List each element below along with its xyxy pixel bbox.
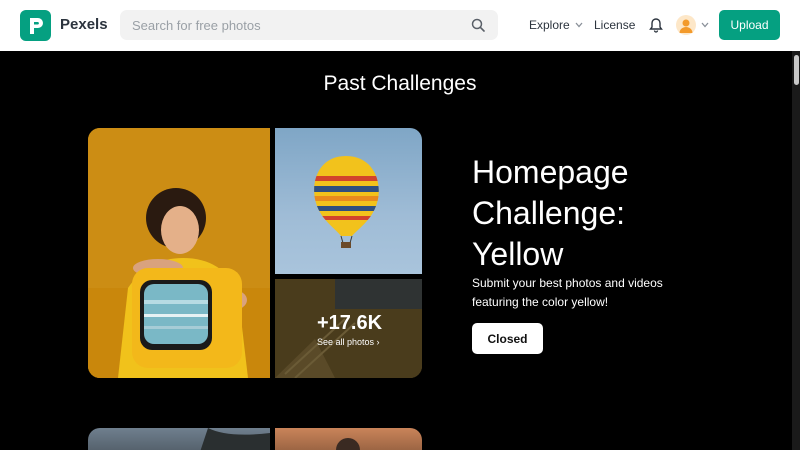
logo-p-icon [29,17,43,34]
bell-icon[interactable] [649,17,663,33]
chevron-down-icon [701,22,709,28]
explore-menu[interactable]: Explore [529,18,583,32]
search-input[interactable] [132,17,470,33]
challenge-description: Submit your best photos and videos featu… [472,276,663,309]
chevron-down-icon [575,22,583,28]
license-link[interactable]: License [594,18,635,32]
photo-see-all-tile[interactable]: +17.6K See all photos › [275,279,422,378]
page-title: Past Challenges [323,72,477,95]
see-all-photos-link[interactable]: See all photos › [317,337,380,347]
pexels-logo[interactable] [20,10,51,41]
scrollbar-track[interactable] [792,51,800,450]
next-challenge-photo-right[interactable] [275,428,422,450]
search-bar[interactable] [120,10,498,40]
search-icon[interactable] [470,17,486,33]
photo-count: +17.6K [317,312,383,334]
next-challenge-photo-left[interactable] [88,428,270,450]
user-avatar-icon [679,19,693,33]
closed-status-button[interactable]: Closed [472,323,543,354]
user-menu[interactable] [676,15,709,35]
brand-name[interactable]: Pexels [60,16,108,33]
challenge-title: Homepage Challenge: Yellow [472,154,629,272]
top-navbar: Pexels Explore License Upload [0,0,800,51]
photo-hot-air-balloon[interactable] [275,128,422,274]
avatar [676,15,696,35]
explore-label: Explore [529,18,570,32]
challenge-photo-grid[interactable]: +17.6K See all photos › [88,128,422,378]
upload-button[interactable]: Upload [719,10,780,40]
photo-person-with-tv[interactable] [88,128,270,378]
